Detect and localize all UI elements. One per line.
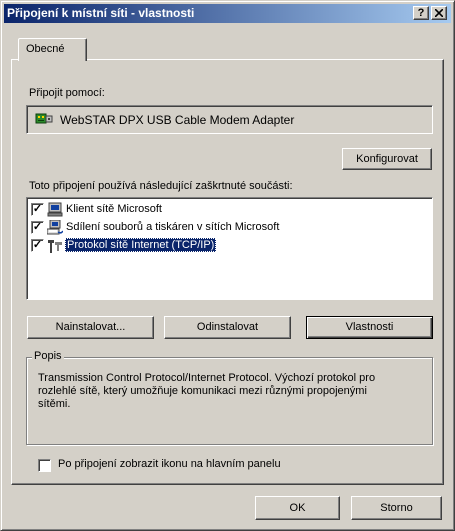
description-text: Transmission Control Protocol/Internet P…: [38, 372, 376, 410]
component-checkbox[interactable]: ✓: [31, 221, 44, 234]
close-icon: [435, 9, 443, 17]
network-adapter-icon: [35, 113, 53, 124]
component-label: Klient sítě Microsoft: [66, 203, 162, 215]
list-item[interactable]: ✓ Sdílení souborů a tiskáren v sítích Mi…: [31, 220, 421, 236]
ok-button[interactable]: OK: [255, 496, 340, 520]
configure-button[interactable]: Konfigurovat: [342, 148, 432, 170]
list-item[interactable]: ✓ Klient sítě Microsoft: [31, 202, 421, 218]
cancel-button[interactable]: Storno: [351, 496, 442, 520]
tab-general[interactable]: Obecné: [18, 38, 87, 61]
adapter-field: WebSTAR DPX USB Cable Modem Adapter: [26, 105, 433, 134]
help-button[interactable]: ?: [413, 6, 429, 20]
tab-general-label: Obecné: [26, 43, 65, 55]
network-client-icon: [47, 202, 63, 217]
window-title: Připojení k místní síti - vlastnosti: [7, 6, 195, 20]
connect-using-label: Připojit pomocí:: [29, 87, 105, 99]
properties-dialog: Připojení k místní síti - vlastnosti ? O…: [0, 0, 455, 531]
close-button[interactable]: [431, 6, 447, 20]
uninstall-button[interactable]: Odinstalovat: [164, 316, 291, 339]
description-group: Popis Transmission Control Protocol/Inte…: [26, 350, 433, 445]
list-item[interactable]: ✓ Protokol sítě Internet (TCP/IP): [31, 238, 421, 254]
components-label: Toto připojení používá následující zaškr…: [29, 180, 293, 192]
properties-button[interactable]: Vlastnosti: [306, 316, 433, 339]
component-checkbox[interactable]: ✓: [31, 239, 44, 252]
tab-panel-general: Připojit pomocí: WebSTAR DPX USB Cable M…: [11, 59, 444, 485]
show-icon-checkbox[interactable]: [38, 459, 51, 472]
adapter-name: WebSTAR DPX USB Cable Modem Adapter: [60, 113, 295, 127]
component-label-selected: Protokol sítě Internet (TCP/IP): [65, 238, 217, 252]
install-button[interactable]: Nainstalovat...: [27, 316, 154, 339]
protocol-icon: [48, 240, 62, 253]
title-bar[interactable]: Připojení k místní síti - vlastnosti ?: [4, 4, 451, 23]
component-checkbox[interactable]: ✓: [31, 203, 44, 216]
show-icon-label: Po připojení zobrazit ikonu na hlavním p…: [58, 458, 281, 470]
file-printer-sharing-icon: [47, 220, 63, 235]
component-label: Sdílení souborů a tiskáren v sítích Micr…: [66, 221, 280, 233]
components-list[interactable]: ✓ Klient sítě Microsoft ✓ Sdílení soubor…: [26, 197, 433, 300]
description-legend: Popis: [32, 350, 64, 362]
